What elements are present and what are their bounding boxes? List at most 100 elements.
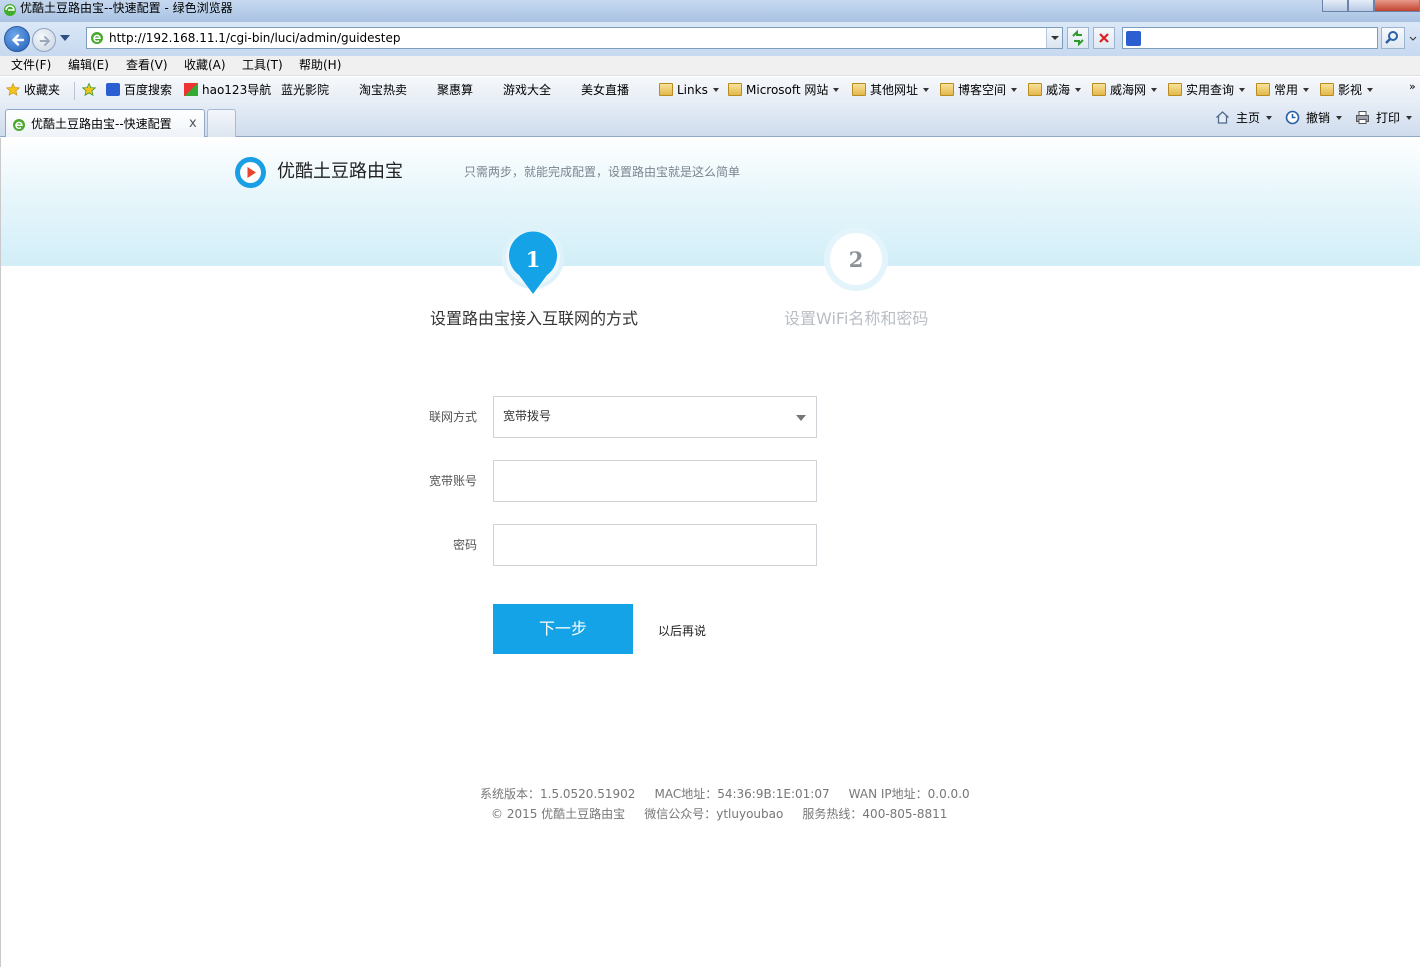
- fav-item-taobao[interactable]: 淘宝热卖: [359, 83, 408, 234]
- chevron-down-icon: [1367, 88, 1374, 92]
- search-button[interactable]: [1381, 27, 1405, 49]
- fav-item-juhuisuan[interactable]: 聚惠算: [437, 83, 473, 234]
- fav-item-label: hao123导航: [202, 83, 272, 97]
- step-1-marker: 1: [502, 227, 564, 294]
- folder-icon: [1256, 83, 1270, 96]
- address-url[interactable]: http://192.168.11.1/cgi-bin/luci/admin/g…: [109, 31, 401, 45]
- broadband-account-input[interactable]: [494, 461, 816, 501]
- page-viewport: 优酷土豆路由宝 只需两步，就能完成配置，设置路由宝就是这么简单 1 2 设置路由…: [0, 138, 1420, 967]
- tab-quick-setup[interactable]: 优酷土豆路由宝--快速配置 x: [5, 109, 205, 137]
- folder-icon: [1092, 83, 1106, 96]
- fav-item-label: 影视: [1338, 83, 1363, 97]
- baidu-paw-icon: [1126, 31, 1141, 46]
- brand-name: 优酷土豆路由宝: [277, 161, 403, 182]
- chevron-down-icon: [1239, 88, 1246, 92]
- connection-type-select[interactable]: 宽带拨号: [493, 396, 817, 438]
- hero-banner: 优酷土豆路由宝 只需两步，就能完成配置，设置路由宝就是这么简单: [1, 138, 1420, 266]
- menu-bar: 文件(F) 编辑(E) 查看(V) 收藏(A) 工具(T) 帮助(H): [0, 56, 1420, 76]
- fav-folder-weihai[interactable]: 威海: [1028, 83, 1082, 98]
- brand-slogan: 只需两步，就能完成配置，设置路由宝就是这么简单: [464, 165, 741, 179]
- fav-folder-microsoft[interactable]: Microsoft 网站: [728, 83, 840, 98]
- window-title: 优酷土豆路由宝--快速配置 - 绿色浏览器: [20, 1, 233, 15]
- fav-folder-weihai-net[interactable]: 威海网: [1092, 83, 1158, 98]
- fav-item-label: 常用: [1274, 83, 1299, 97]
- chevron-down-icon: [923, 88, 930, 92]
- favorites-center-button[interactable]: 收藏夹: [6, 83, 60, 98]
- undo-button[interactable]: 撤销: [1285, 110, 1343, 126]
- folder-icon: [728, 83, 742, 96]
- fav-folder-lookup[interactable]: 实用查询: [1168, 83, 1246, 98]
- search-engine-dropdown[interactable]: [1408, 27, 1418, 49]
- fav-folder-video[interactable]: 影视: [1320, 83, 1374, 98]
- forward-button[interactable]: [32, 28, 56, 52]
- minimize-button[interactable]: [1322, 0, 1348, 12]
- back-button[interactable]: [4, 26, 30, 52]
- fav-folder-blog[interactable]: 博客空间: [940, 83, 1018, 98]
- youku-play-logo-icon: [235, 157, 266, 188]
- menu-view[interactable]: 查看(V): [126, 58, 168, 73]
- fav-item-label: 美女直播: [581, 83, 630, 97]
- tab-bar: 优酷土豆路由宝--快速配置 x: [0, 105, 1420, 137]
- maximize-button[interactable]: [1348, 0, 1374, 12]
- fav-item-games[interactable]: 游戏大全: [503, 83, 552, 234]
- chevron-down-icon: [1336, 116, 1343, 120]
- menu-edit[interactable]: 编辑(E): [68, 58, 109, 73]
- chevron-down-icon: [712, 88, 719, 92]
- arrow-left-icon: [11, 34, 25, 46]
- printer-icon: [1356, 111, 1369, 124]
- fav-item-bluray[interactable]: 蓝光影院: [281, 83, 329, 234]
- fav-item-label: 淘宝热卖: [359, 83, 408, 97]
- chevron-down-icon: [1075, 88, 1082, 92]
- next-step-button[interactable]: 下一步: [493, 604, 633, 654]
- password-field-box: [493, 524, 817, 566]
- chevron-down-icon: [1151, 88, 1158, 92]
- menu-tools[interactable]: 工具(T): [242, 58, 283, 73]
- magnifier-icon: [1385, 31, 1398, 44]
- fav-folder-common[interactable]: 常用: [1256, 83, 1310, 98]
- fav-item-label: 游戏大全: [503, 83, 552, 97]
- home-button[interactable]: 主页: [1215, 110, 1273, 126]
- fav-item-hao123[interactable]: hao123导航: [184, 83, 271, 98]
- history-dropdown-button[interactable]: [60, 35, 70, 41]
- folder-icon: [1028, 83, 1042, 96]
- step-1-label: 设置路由宝接入互联网的方式: [430, 309, 639, 328]
- star-icon: [6, 83, 20, 96]
- folder-icon: [1168, 83, 1182, 96]
- fav-item-live[interactable]: 美女直播: [581, 83, 630, 234]
- step-1-number: 1: [526, 247, 541, 272]
- chevron-down-icon: [833, 88, 840, 92]
- search-bar[interactable]: [1122, 27, 1378, 49]
- step-2-label: 设置WiFi名称和密码: [784, 309, 929, 328]
- chevron-down-icon: [1406, 116, 1413, 120]
- folder-icon: [940, 83, 954, 96]
- add-favorite-button[interactable]: [82, 83, 100, 98]
- password-input[interactable]: [494, 525, 816, 565]
- address-dropdown-button[interactable]: [1046, 28, 1062, 48]
- fav-item-label: 百度搜索: [124, 83, 173, 97]
- arrow-right-icon: [39, 36, 51, 46]
- print-button[interactable]: 打印: [1355, 110, 1413, 126]
- window-titlebar: 优酷土豆路由宝--快速配置 - 绿色浏览器: [0, 0, 1420, 22]
- home-icon: [1216, 111, 1229, 124]
- close-window-button[interactable]: [1374, 0, 1420, 12]
- fav-item-label: 其他网址: [870, 83, 919, 97]
- fav-folder-other[interactable]: 其他网址: [852, 83, 930, 98]
- skip-later-link[interactable]: 以后再说: [658, 624, 706, 639]
- chevron-down-icon: [1011, 88, 1018, 92]
- more-favorites-chevron-icon[interactable]: »: [1409, 80, 1416, 93]
- fav-item-label: Microsoft 网站: [746, 83, 829, 97]
- footer-copyright: © 2015 优酷土豆路由宝 微信公众号：ytluyoubao 服务热线：400…: [491, 807, 948, 821]
- stop-button[interactable]: [1093, 27, 1115, 49]
- address-bar[interactable]: http://192.168.11.1/cgi-bin/luci/admin/g…: [86, 27, 1063, 49]
- tab-close-icon[interactable]: x: [189, 116, 197, 131]
- menu-help[interactable]: 帮助(H): [299, 58, 341, 73]
- new-tab-button[interactable]: [207, 109, 236, 137]
- fav-item-baidu[interactable]: 百度搜索: [106, 83, 172, 98]
- tab-label: 优酷土豆路由宝--快速配置: [31, 117, 172, 131]
- baidu-icon: [106, 83, 120, 96]
- fav-folder-links[interactable]: Links: [659, 83, 719, 98]
- account-field-box: [493, 460, 817, 502]
- menu-file[interactable]: 文件(F): [11, 58, 51, 73]
- refresh-button[interactable]: [1067, 27, 1089, 49]
- menu-favorites[interactable]: 收藏(A): [184, 58, 226, 73]
